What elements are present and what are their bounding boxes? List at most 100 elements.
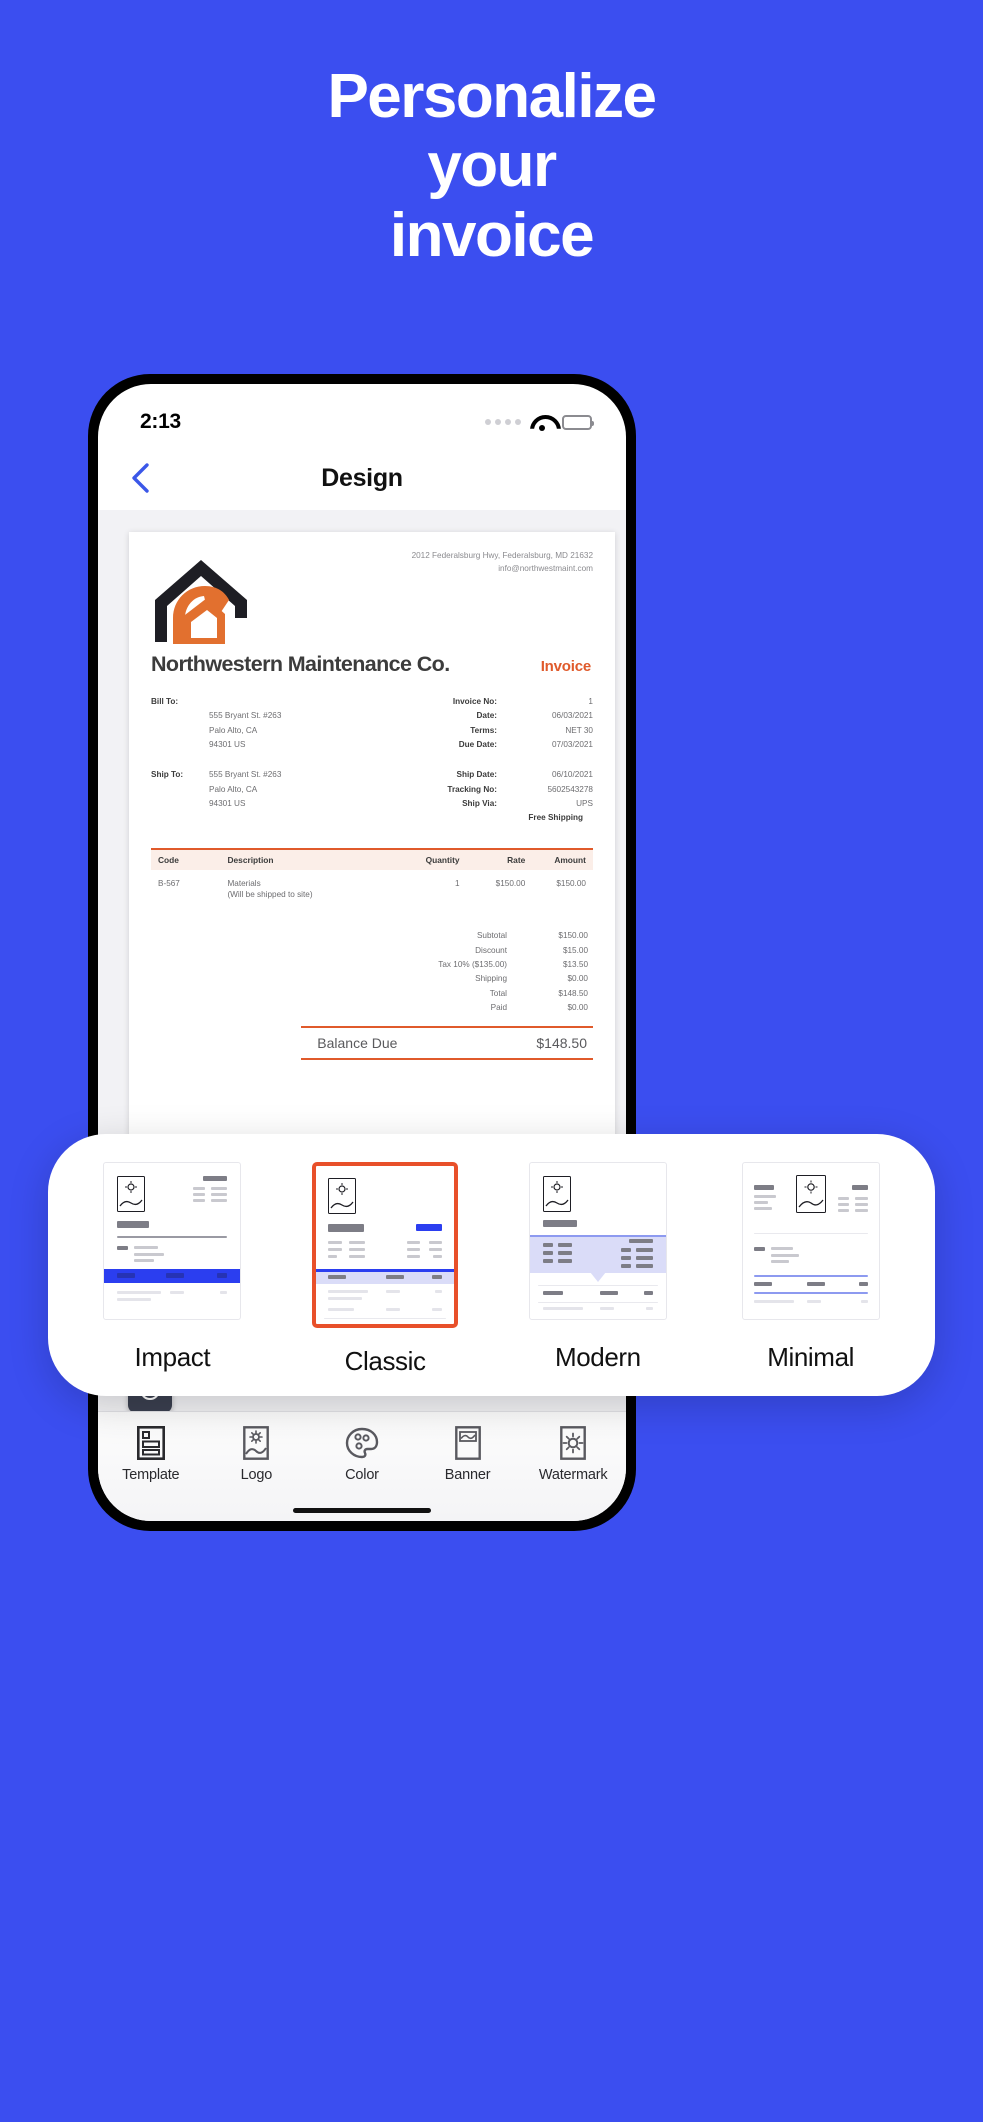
wifi-icon	[530, 414, 553, 431]
detail-label: Invoice No:	[452, 697, 497, 706]
status-icons	[485, 414, 594, 431]
template-label: Modern	[554, 1342, 641, 1372]
total-label: Total	[489, 988, 507, 998]
tab-label: Logo	[240, 1467, 273, 1483]
company-email: info@northwestmaint.com	[498, 563, 593, 573]
template-picker-panel: Impact Classic Modern Minimal	[48, 1134, 935, 1396]
tab-template[interactable]: Template	[98, 1426, 204, 1483]
line-items-table: Code Description Quantity Rate Amount B-…	[151, 847, 593, 900]
ship-to-label: Ship To:	[151, 770, 184, 780]
ship-to-line-1: 555 Bryant St. #263	[209, 770, 282, 780]
template-label: Classic	[344, 1346, 426, 1376]
total-value: $0.00	[567, 974, 589, 984]
total-label: Tax 10% ($135.00)	[438, 959, 507, 969]
invoice-meta-block: Bill To: 555 Bryant St. #263 Palo Alto, …	[151, 695, 593, 752]
balance-due-label: Balance Due	[317, 1035, 398, 1052]
shipping-value: 06/10/2021	[552, 770, 593, 780]
balance-due-value: $148.50	[536, 1035, 587, 1052]
table-row: B-567 Materials (Will be shipped to site…	[151, 870, 593, 900]
battery-icon	[562, 414, 594, 430]
header-amount: Amount	[554, 854, 586, 865]
ship-to-block: Ship To: 555 Bryant St. #263 Palo Alto, …	[151, 768, 390, 825]
signal-dots-icon	[485, 419, 521, 425]
bill-to-block: Bill To: 555 Bryant St. #263 Palo Alto, …	[151, 695, 390, 752]
chevron-left-icon	[132, 463, 149, 493]
tab-label: Color	[345, 1467, 379, 1483]
tab-watermark[interactable]: Watermark	[520, 1426, 626, 1483]
page-title: Design	[321, 463, 403, 492]
shipping-label: Ship Date:	[456, 770, 497, 780]
tab-label: Banner	[444, 1467, 491, 1483]
template-thumbnail-impact	[103, 1162, 242, 1320]
ship-to-line-3: 94301 US	[209, 799, 246, 809]
back-button[interactable]	[124, 461, 158, 495]
status-bar: 2:13	[98, 384, 626, 446]
shipping-note: Free Shipping	[528, 813, 583, 823]
bill-to-label: Bill To:	[151, 697, 179, 706]
description-sub: (Will be shipped to site)	[227, 890, 313, 900]
total-value: $0.00	[567, 1002, 589, 1012]
bottom-tab-bar: Template Logo Color Banner Watermark	[98, 1411, 626, 1521]
detail-value: 07/03/2021	[552, 740, 593, 750]
company-address: 2012 Federalsburg Hwy, Federalsburg, MD …	[411, 551, 593, 560]
shipping-value: UPS	[576, 799, 593, 809]
banner-icon	[454, 1426, 481, 1460]
invoice-details-block: Invoice No: 1 Date: 06/03/2021 Terms: NET 3…	[390, 695, 593, 752]
total-value: $13.50	[562, 959, 588, 969]
detail-value: 1	[588, 697, 593, 706]
headline-line-1: Personalize	[327, 62, 657, 131]
ship-to-line-2: Palo Alto, CA	[209, 784, 258, 794]
promo-headline: Personalize your invoice	[0, 62, 983, 270]
tab-logo[interactable]: Logo	[204, 1426, 310, 1483]
company-header-row: Northwestern Maintenance Co. Invoice	[151, 652, 593, 677]
template-label: Minimal	[767, 1342, 854, 1372]
description-main: Materials	[227, 878, 261, 888]
sun-watermark-icon	[560, 1426, 587, 1460]
bill-to-line-3: 94301 US	[209, 740, 246, 750]
shipping-details-block: Ship Date: 06/10/2021 Tracking No: 5602543…	[390, 768, 593, 825]
header-rate: Rate	[507, 854, 526, 865]
template-thumbnail-modern	[528, 1162, 667, 1320]
detail-label: Date:	[476, 711, 497, 721]
total-label: Paid	[490, 1002, 507, 1012]
headline-line-3: invoice	[389, 200, 595, 270]
template-option-minimal[interactable]: Minimal	[704, 1162, 917, 1373]
tab-banner[interactable]: Banner	[415, 1426, 521, 1483]
template-label: Impact	[134, 1342, 211, 1372]
detail-label: Terms:	[470, 725, 497, 735]
company-name: Northwestern Maintenance Co.	[151, 652, 450, 676]
shipping-label: Tracking No:	[447, 784, 497, 794]
headline-line-2: your	[427, 131, 557, 201]
total-value: $150.00	[558, 931, 588, 941]
table-header-row: Code Description Quantity Rate Amount	[151, 847, 593, 870]
template-option-impact[interactable]: Impact	[66, 1162, 279, 1373]
tab-label: Watermark	[538, 1467, 608, 1483]
shipping-value: 5602543278	[547, 784, 593, 794]
invoice-doc-label: Invoice	[540, 658, 591, 675]
template-option-modern[interactable]: Modern	[492, 1162, 705, 1373]
header-quantity: Quantity	[425, 854, 460, 865]
total-label: Subtotal	[476, 931, 507, 941]
image-photo-icon	[243, 1426, 270, 1460]
cell-code: B-567	[158, 878, 180, 888]
total-value: $15.00	[562, 945, 588, 955]
invoice-shipping-block: Ship To: 555 Bryant St. #263 Palo Alto, …	[151, 768, 593, 825]
company-contact-block: 2012 Federalsburg Hwy, Federalsburg, MD …	[412, 550, 593, 575]
detail-value: NET 30	[565, 725, 593, 735]
status-time: 2:13	[140, 410, 181, 433]
totals-block: Subtotal $150.00 Discount $15.00 Tax 10% (…	[151, 929, 593, 1015]
template-option-classic[interactable]: Classic	[279, 1162, 492, 1377]
bill-to-line-1: 555 Bryant St. #263	[209, 711, 282, 721]
total-label: Discount	[475, 945, 507, 955]
tab-color[interactable]: Color	[309, 1426, 415, 1483]
detail-value: 06/03/2021	[552, 711, 593, 721]
cell-description: Materials (Will be shipped to site)	[227, 879, 393, 900]
detail-label: Due Date:	[458, 740, 497, 750]
cell-rate: $150.00	[495, 878, 526, 888]
palette-icon	[345, 1426, 379, 1460]
shipping-label: Ship Via:	[462, 799, 497, 809]
total-label: Shipping	[475, 974, 507, 984]
tab-label: Template	[122, 1467, 180, 1483]
cell-amount: $150.00	[556, 878, 586, 888]
header-code: Code	[158, 854, 179, 865]
